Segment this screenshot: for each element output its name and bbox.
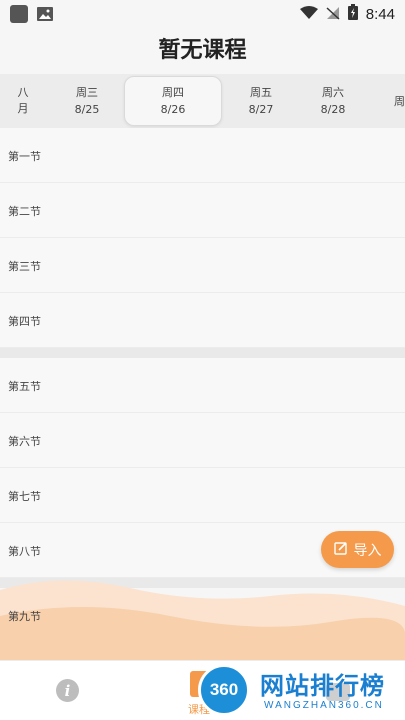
image-notification-icon bbox=[36, 6, 54, 22]
watermark-logo: 360 bbox=[198, 664, 250, 716]
edit-icon bbox=[333, 541, 348, 559]
page-title: 暂无课程 bbox=[158, 38, 247, 63]
day-column-wed[interactable]: 周三 8/25 bbox=[38, 74, 136, 128]
import-button[interactable]: 导入 bbox=[321, 531, 394, 568]
week-header: 八 月 周三 8/25 周四 8/26 周五 8/27 周六 8/28 周 bbox=[0, 74, 405, 128]
info-icon[interactable]: i bbox=[56, 679, 79, 702]
period-row[interactable]: 第七节 bbox=[0, 468, 405, 523]
status-bar: 8:44 bbox=[0, 0, 405, 28]
section-divider bbox=[0, 348, 405, 358]
battery-charging-icon bbox=[347, 4, 358, 24]
wifi-icon bbox=[299, 5, 318, 24]
watermark-title: 网站排行榜 bbox=[260, 672, 385, 700]
no-signal-icon bbox=[326, 5, 340, 24]
period-row[interactable]: 第一节 bbox=[0, 128, 405, 183]
period-row[interactable]: 第二节 bbox=[0, 183, 405, 238]
period-row[interactable]: 第四节 bbox=[0, 293, 405, 348]
day-column-sun[interactable]: 周 bbox=[346, 74, 405, 128]
period-row[interactable]: 第三节 bbox=[0, 238, 405, 293]
watermark-overlay: 360 网站排行榜 WANGZHAN360.CN bbox=[198, 664, 405, 720]
watermark-subtitle: WANGZHAN360.CN bbox=[264, 700, 384, 711]
period-row[interactable]: 第九节 bbox=[0, 588, 405, 643]
app-notification-icon bbox=[10, 5, 28, 23]
period-row[interactable]: 第六节 bbox=[0, 413, 405, 468]
period-row[interactable]: 第五节 bbox=[0, 358, 405, 413]
status-time: 8:44 bbox=[365, 5, 395, 23]
day-column-thu-selected[interactable]: 周四 8/26 bbox=[124, 76, 222, 126]
